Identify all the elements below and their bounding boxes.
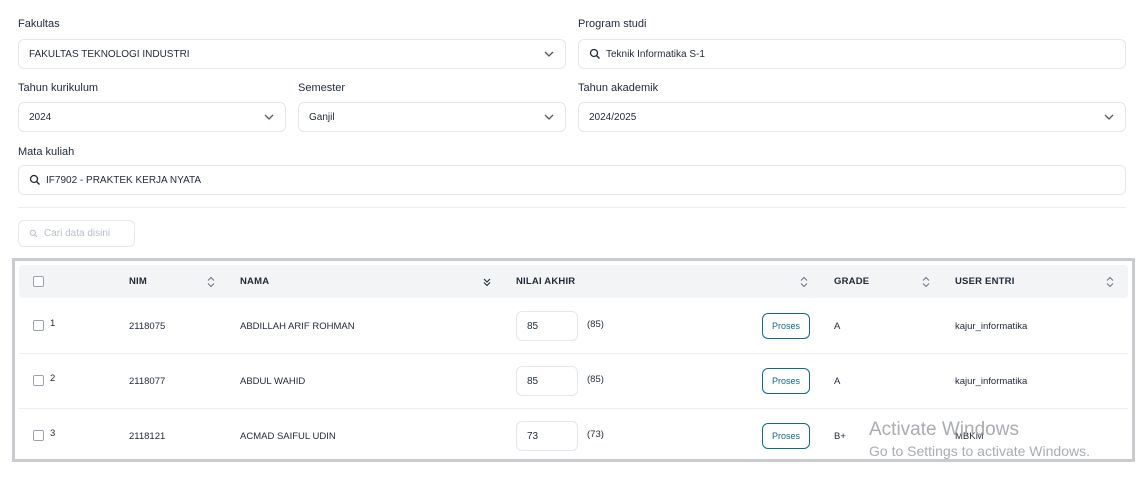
search-icon: [589, 48, 600, 59]
proses-button[interactable]: Proses: [762, 423, 810, 449]
header-nama[interactable]: NAMA: [240, 265, 269, 298]
table-header: NIM NAMA NILAI AKHIR GRADE USER ENTRI: [19, 265, 1128, 298]
cell-grade: A: [834, 321, 841, 332]
table-search[interactable]: [18, 220, 135, 247]
header-nim[interactable]: NIM: [129, 265, 147, 298]
cell-nama: ABDUL WAHID: [240, 376, 306, 387]
fakultas-select[interactable]: FAKULTAS TEKNOLOGI INDUSTRI: [18, 39, 566, 69]
nilai-akhir-value: (85): [587, 374, 604, 385]
row-number: 2: [50, 373, 56, 384]
search-icon: [29, 174, 40, 185]
tahun-akademik-select[interactable]: 2024/2025: [578, 102, 1126, 132]
cell-user-entri: kajur_informatika: [955, 321, 1028, 332]
nilai-akhir-value: (85): [587, 319, 604, 330]
program-studi-search[interactable]: Teknik Informatika S-1: [578, 39, 1126, 69]
cell-grade: A: [834, 376, 841, 387]
section-divider: [18, 207, 1126, 208]
cell-nim: 2118121: [129, 431, 166, 442]
tahun-akademik-value: 2024/2025: [589, 111, 637, 123]
header-nilai-akhir[interactable]: NILAI AKHIR: [516, 265, 575, 298]
select-all-checkbox[interactable]: [33, 265, 44, 298]
cell-user-entri: kajur_informatika: [955, 376, 1028, 387]
tahun-kurikulum-select[interactable]: 2024: [18, 102, 286, 132]
sort-icon[interactable]: [799, 276, 809, 288]
semester-select[interactable]: Ganjil: [298, 102, 566, 132]
sort-desc-icon[interactable]: [482, 276, 492, 288]
table-search-input[interactable]: [44, 228, 124, 239]
chevron-down-icon: [264, 114, 274, 120]
grades-table: NIM NAMA NILAI AKHIR GRADE USER ENTRI 1 …: [12, 258, 1135, 462]
cell-nim: 2118075: [129, 321, 166, 332]
search-icon: [29, 229, 38, 238]
cell-user-entri: MBKM: [955, 431, 984, 442]
nilai-input[interactable]: [516, 421, 578, 451]
chevron-down-icon: [544, 51, 554, 57]
program-studi-label: Program studi: [578, 18, 647, 30]
row-number: 3: [50, 428, 56, 439]
proses-button[interactable]: Proses: [762, 368, 810, 394]
tahun-akademik-label: Tahun akademik: [578, 82, 659, 94]
fakultas-label: Fakultas: [18, 18, 60, 30]
nilai-input[interactable]: [516, 311, 578, 341]
table-row: 3 2118121 ACMAD SAIFUL UDIN (73) Proses …: [19, 409, 1128, 459]
fakultas-value: FAKULTAS TEKNOLOGI INDUSTRI: [29, 48, 190, 60]
cell-nama: ACMAD SAIFUL UDIN: [240, 431, 336, 442]
row-checkbox[interactable]: [33, 320, 44, 331]
chevron-down-icon: [544, 114, 554, 120]
tahun-kurikulum-label: Tahun kurikulum: [18, 82, 99, 94]
mata-kuliah-label: Mata kuliah: [18, 146, 75, 158]
sort-icon[interactable]: [1105, 276, 1115, 288]
header-grade[interactable]: GRADE: [834, 265, 869, 298]
header-user-entri[interactable]: USER ENTRI: [955, 265, 1015, 298]
chevron-down-icon: [1104, 114, 1114, 120]
tahun-kurikulum-value: 2024: [29, 111, 52, 123]
mata-kuliah-search[interactable]: IF7902 - PRAKTEK KERJA NYATA: [18, 165, 1126, 195]
sort-icon[interactable]: [206, 276, 216, 288]
cell-grade: B+: [834, 431, 846, 442]
mata-kuliah-value: IF7902 - PRAKTEK KERJA NYATA: [46, 174, 202, 186]
row-checkbox[interactable]: [33, 430, 44, 441]
sort-icon[interactable]: [921, 276, 931, 288]
cell-nama: ABDILLAH ARIF ROHMAN: [240, 321, 355, 332]
row-number: 1: [50, 318, 56, 329]
nilai-input[interactable]: [516, 366, 578, 396]
proses-button[interactable]: Proses: [762, 313, 810, 339]
table-row: 1 2118075 ABDILLAH ARIF ROHMAN (85) Pros…: [19, 299, 1128, 354]
semester-value: Ganjil: [309, 111, 335, 123]
semester-label: Semester: [298, 82, 346, 94]
nilai-akhir-value: (73): [587, 429, 604, 440]
row-checkbox[interactable]: [33, 375, 44, 386]
program-studi-value: Teknik Informatika S-1: [606, 48, 705, 60]
table-row: 2 2118077 ABDUL WAHID (85) Proses A kaju…: [19, 354, 1128, 409]
cell-nim: 2118077: [129, 376, 166, 387]
